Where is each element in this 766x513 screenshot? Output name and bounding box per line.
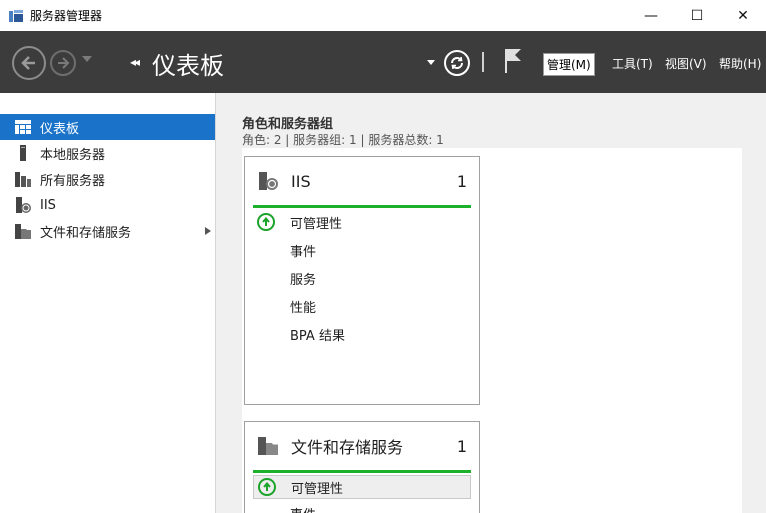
sidebar-item-iis[interactable]: IIS [0,192,215,218]
iis-icon [259,172,278,190]
sidebar-item-local-server[interactable]: 本地服务器 [0,140,215,166]
breadcrumb-dropdown-icon[interactable] [427,60,435,65]
tile-row-label: 可管理性 [290,216,343,232]
all-servers-icon [14,170,32,188]
tiles-area: IIS 1 可管理性 事件 服务 性能 BPA 结果 文件和存储服务 1 可管理… [242,148,742,513]
sidebar-item-label: 文件和存储服务 [40,225,132,241]
tile-row-events[interactable]: 事件 [245,499,479,513]
tile-row-services[interactable]: 服务 [245,264,479,292]
minimize-button[interactable]: — [628,0,674,31]
menu-help[interactable]: 帮助(H) [716,53,764,74]
refresh-icon[interactable] [444,50,470,76]
section-title: 角色和服务器组 [242,117,334,132]
tile-row-label: 可管理性 [291,481,344,497]
menu-view[interactable]: 视图(V) [662,53,710,74]
role-tile-file-storage[interactable]: 文件和存储服务 1 可管理性 事件 [244,421,480,513]
close-button[interactable]: ✕ [720,0,766,31]
sidebar-item-file-storage[interactable]: 文件和存储服务 [0,218,215,244]
sidebar-item-dashboard[interactable]: 仪表板 [0,114,215,140]
arrow-up-circle-icon [257,213,275,231]
maximize-button[interactable]: ☐ [674,0,720,31]
tile-status-bar [253,470,471,473]
server-manager-app-icon [8,8,24,24]
tile-header[interactable]: 文件和存储服务 1 [245,422,479,470]
back-button[interactable] [12,46,46,80]
header-bar: ◂◂ 仪表板 管理(M) 工具(T) 视图(V) 帮助(H) [0,31,766,93]
arrow-right-icon [58,57,70,69]
history-dropdown-icon[interactable] [82,56,92,62]
tile-row-bpa-results[interactable]: BPA 结果 [245,320,479,348]
window-title: 服务器管理器 [30,9,103,23]
chevron-right-icon[interactable] [205,227,211,235]
tile-header[interactable]: IIS 1 [245,157,479,205]
arrow-up-circle-icon [258,478,276,496]
tile-title: 文件和存储服务 [291,438,404,457]
tile-row-manageability[interactable]: 可管理性 [245,208,479,236]
tile-row-manageability[interactable]: 可管理性 [253,475,471,499]
tile-title: IIS [291,171,311,191]
tile-row-label: 性能 [290,300,317,316]
page-title: 仪表板 [152,52,224,80]
dashboard-icon [14,118,32,136]
tile-row-label: 事件 [290,244,317,260]
local-server-icon [14,144,32,162]
sidebar-item-label: IIS [40,197,56,213]
menu-tools[interactable]: 工具(T) [609,53,656,74]
title-bar: 服务器管理器 — ☐ ✕ [0,0,766,31]
tile-row-label: 服务 [290,272,317,288]
forward-button[interactable] [50,50,76,76]
role-tile-iis[interactable]: IIS 1 可管理性 事件 服务 性能 BPA 结果 [244,156,480,405]
file-storage-icon [258,437,278,455]
iis-icon [14,196,32,214]
menu-manage[interactable]: 管理(M) [543,53,595,76]
tile-count: 1 [456,171,467,191]
sidebar-item-all-servers[interactable]: 所有服务器 [0,166,215,192]
sidebar-item-label: 仪表板 [40,121,80,137]
notifications-flag-icon[interactable] [503,48,523,74]
sidebar: 仪表板 本地服务器 所有服务器 IIS 文件和存储服务 [0,93,216,513]
sidebar-item-label: 所有服务器 [40,173,106,189]
tile-count: 1 [456,436,467,456]
arrow-left-icon [21,56,35,70]
breadcrumb-arrows[interactable]: ◂◂ [130,55,140,69]
section-subtitle: 角色: 2 | 服务器组: 1 | 服务器总数: 1 [242,133,444,147]
sidebar-item-label: 本地服务器 [40,147,106,163]
tile-row-label: 事件 [290,504,316,513]
tile-row-label: BPA 结果 [290,328,345,344]
header-separator [482,52,484,72]
tile-row-events[interactable]: 事件 [245,236,479,264]
main-content: 角色和服务器组 角色: 2 | 服务器组: 1 | 服务器总数: 1 IIS 1… [217,93,766,513]
tile-row-performance[interactable]: 性能 [245,292,479,320]
file-storage-icon [14,222,32,240]
